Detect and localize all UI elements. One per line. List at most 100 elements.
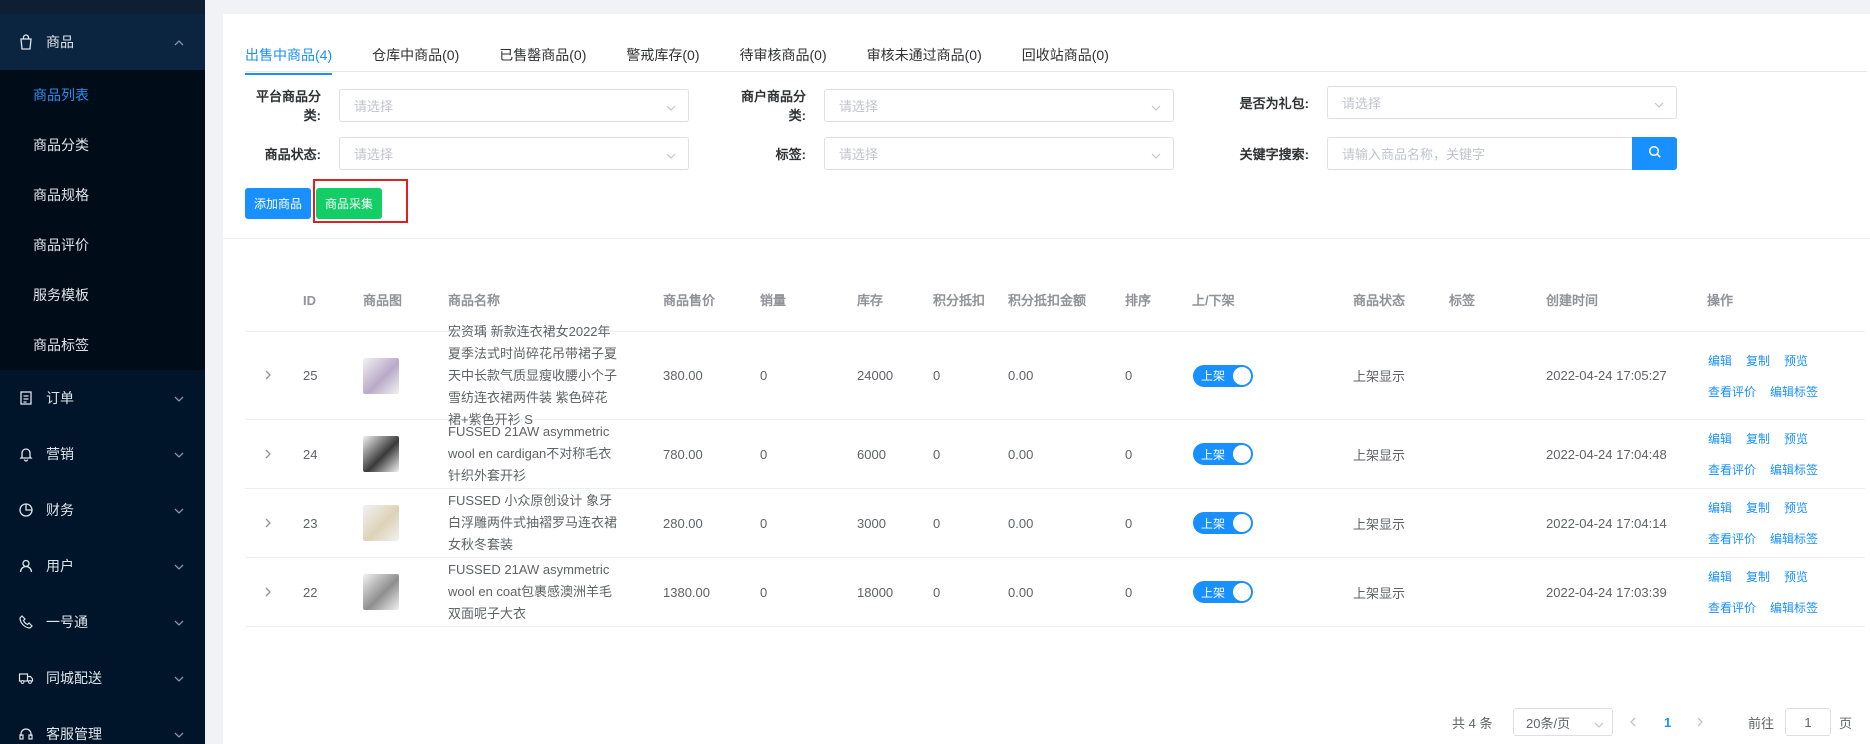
sidebar-item-goods-tag[interactable]: 商品标签 [0, 320, 205, 370]
preview-link[interactable]: 预览 [1784, 568, 1808, 585]
copy-link[interactable]: 复制 [1746, 430, 1770, 447]
shelf-toggle[interactable]: 上架 [1193, 364, 1253, 387]
sidebar-item-goods-spec[interactable]: 商品规格 [0, 170, 205, 220]
expand-row-button[interactable] [263, 558, 273, 626]
toggle-knob [1233, 514, 1251, 532]
next-page-button[interactable] [1695, 708, 1705, 736]
expand-row-button[interactable] [263, 489, 273, 557]
view-reviews-link[interactable]: 查看评价 [1708, 383, 1756, 400]
shelf-toggle[interactable]: 上架 [1193, 581, 1253, 603]
prev-page-button[interactable] [1628, 708, 1638, 736]
col-sales: 销量 [760, 293, 787, 308]
tab-low-stock[interactable]: 警戒库存(0) [626, 42, 699, 71]
edit-tags-link[interactable]: 编辑标签 [1770, 530, 1818, 547]
sidebar-group-marketing[interactable]: 营销 [0, 426, 205, 482]
view-reviews-link[interactable]: 查看评价 [1708, 599, 1756, 616]
edit-link[interactable]: 编辑 [1708, 352, 1732, 369]
preview-link[interactable]: 预览 [1784, 352, 1808, 369]
tab-warehouse[interactable]: 仓库中商品(0) [372, 42, 459, 71]
filter-platform-category: 平台商品分类: 请选择 [245, 86, 689, 124]
col-id: ID [303, 293, 316, 308]
view-reviews-link[interactable]: 查看评价 [1708, 530, 1756, 547]
sidebar-group-user[interactable]: 用户 [0, 538, 205, 594]
sidebar-item-label: 商品评价 [33, 237, 89, 253]
sidebar-group-delivery[interactable]: 同城配送 [0, 650, 205, 706]
sidebar-item-goods-category[interactable]: 商品分类 [0, 120, 205, 170]
shelf-toggle-cell: 上架 [1193, 332, 1253, 419]
merchant-category-select[interactable]: 请选择 [824, 88, 1174, 122]
search-button[interactable] [1632, 137, 1677, 170]
order-icon [18, 390, 34, 406]
sidebar-item-label: 服务模板 [33, 287, 89, 303]
sidebar-group-label: 营销 [46, 446, 74, 462]
view-reviews-link[interactable]: 查看评价 [1708, 461, 1756, 478]
sidebar-item-label: 商品规格 [33, 187, 89, 203]
cell-name: FUSSED 小众原创设计 象牙白浮雕两件式抽褶罗马连衣裙女秋冬套装 [448, 493, 618, 552]
sidebar-group-order[interactable]: 订单 [0, 370, 205, 426]
filter-label: 商户商品分类: [740, 89, 806, 123]
edit-link[interactable]: 编辑 [1708, 430, 1732, 447]
cell-price: 280.00 [663, 515, 703, 531]
edit-tags-link[interactable]: 编辑标签 [1770, 461, 1818, 478]
sidebar-group-yihaotong[interactable]: 一号通 [0, 594, 205, 650]
add-goods-button[interactable]: 添加商品 [245, 188, 311, 219]
chevron-right-icon [263, 447, 273, 462]
status-select[interactable]: 请选择 [339, 137, 689, 170]
shelf-toggle[interactable]: 上架 [1193, 512, 1253, 534]
edit-tags-link[interactable]: 编辑标签 [1770, 599, 1818, 616]
select-placeholder: 请选择 [354, 98, 394, 114]
preview-link[interactable]: 预览 [1784, 430, 1808, 447]
tab-recycle-bin[interactable]: 回收站商品(0) [1022, 42, 1109, 71]
edit-link[interactable]: 编辑 [1708, 499, 1732, 516]
sidebar-item-goods-review[interactable]: 商品评价 [0, 220, 205, 270]
sidebar-group-customer-service[interactable]: 客服管理 [0, 706, 205, 744]
edit-tags-link[interactable]: 编辑标签 [1770, 383, 1818, 400]
shelf-toggle[interactable]: 上架 [1193, 443, 1253, 465]
cell-name: 宏资瑀 新款连衣裙女2022年夏季法式时尚碎花吊带裙子夏天中长款气质显瘦收腰小个… [448, 323, 618, 427]
keyword-search: 请输入商品名称，关键字 [1327, 137, 1677, 170]
is-gift-select[interactable]: 请选择 [1327, 86, 1677, 119]
select-placeholder: 请选择 [354, 147, 394, 162]
copy-link[interactable]: 复制 [1746, 568, 1770, 585]
chevron-left-icon [1628, 715, 1638, 730]
sidebar-item-goods-list[interactable]: 商品列表 [0, 70, 205, 120]
filter-label: 平台商品分类: [255, 89, 321, 123]
keyword-input[interactable]: 请输入商品名称，关键字 [1327, 137, 1632, 170]
copy-link[interactable]: 复制 [1746, 352, 1770, 369]
bag-icon [18, 34, 34, 50]
search-icon [1648, 145, 1662, 162]
chevron-down-icon [1594, 718, 1604, 728]
sidebar-group-goods[interactable]: 商品 [0, 14, 205, 70]
tab-on-sale[interactable]: 出售中商品(4) [245, 42, 333, 75]
page-number-current[interactable]: 1 [1664, 708, 1671, 736]
expand-row-button[interactable] [263, 420, 273, 488]
platform-category-select[interactable]: 请选择 [339, 88, 689, 122]
chevron-down-icon [173, 392, 185, 404]
cell-stock: 18000 [857, 584, 894, 600]
copy-link[interactable]: 复制 [1746, 499, 1770, 516]
cell-id: 25 [303, 368, 318, 383]
tab-sold-out[interactable]: 已售罄商品(0) [499, 42, 586, 71]
sidebar-top-strip [0, 0, 205, 14]
tab-review-rejected[interactable]: 审核未通过商品(0) [867, 42, 982, 71]
product-thumbnail [363, 332, 399, 419]
goto-page-input[interactable]: 1 [1785, 708, 1831, 736]
preview-link[interactable]: 预览 [1784, 499, 1808, 516]
sidebar-submenu-goods: 商品列表 商品分类 商品规格 商品评价 服务模板 商品标签 [0, 70, 205, 370]
cell-sort: 0 [1125, 368, 1133, 383]
tag-select[interactable]: 请选择 [824, 137, 1174, 170]
shelf-toggle-cell: 上架 [1193, 489, 1253, 557]
cell-sales: 0 [760, 515, 768, 531]
toggle-knob [1233, 445, 1251, 463]
edit-link[interactable]: 编辑 [1708, 568, 1732, 585]
col-price: 商品售价 [663, 293, 716, 308]
sidebar-item-service-template[interactable]: 服务模板 [0, 270, 205, 320]
sidebar-group-finance[interactable]: 财务 [0, 482, 205, 538]
cell-price: 380.00 [663, 368, 703, 383]
expand-row-button[interactable] [263, 332, 273, 419]
filter-is-gift: 是否为礼包: 请选择 [1233, 86, 1677, 119]
page-size-select[interactable]: 20条/页 [1513, 708, 1613, 736]
row-actions: 编辑 复制 预览查看评价 编辑标签 [1708, 420, 1818, 488]
tab-pending-review[interactable]: 待审核商品(0) [740, 42, 827, 71]
select-placeholder: 请选择 [1342, 96, 1382, 111]
